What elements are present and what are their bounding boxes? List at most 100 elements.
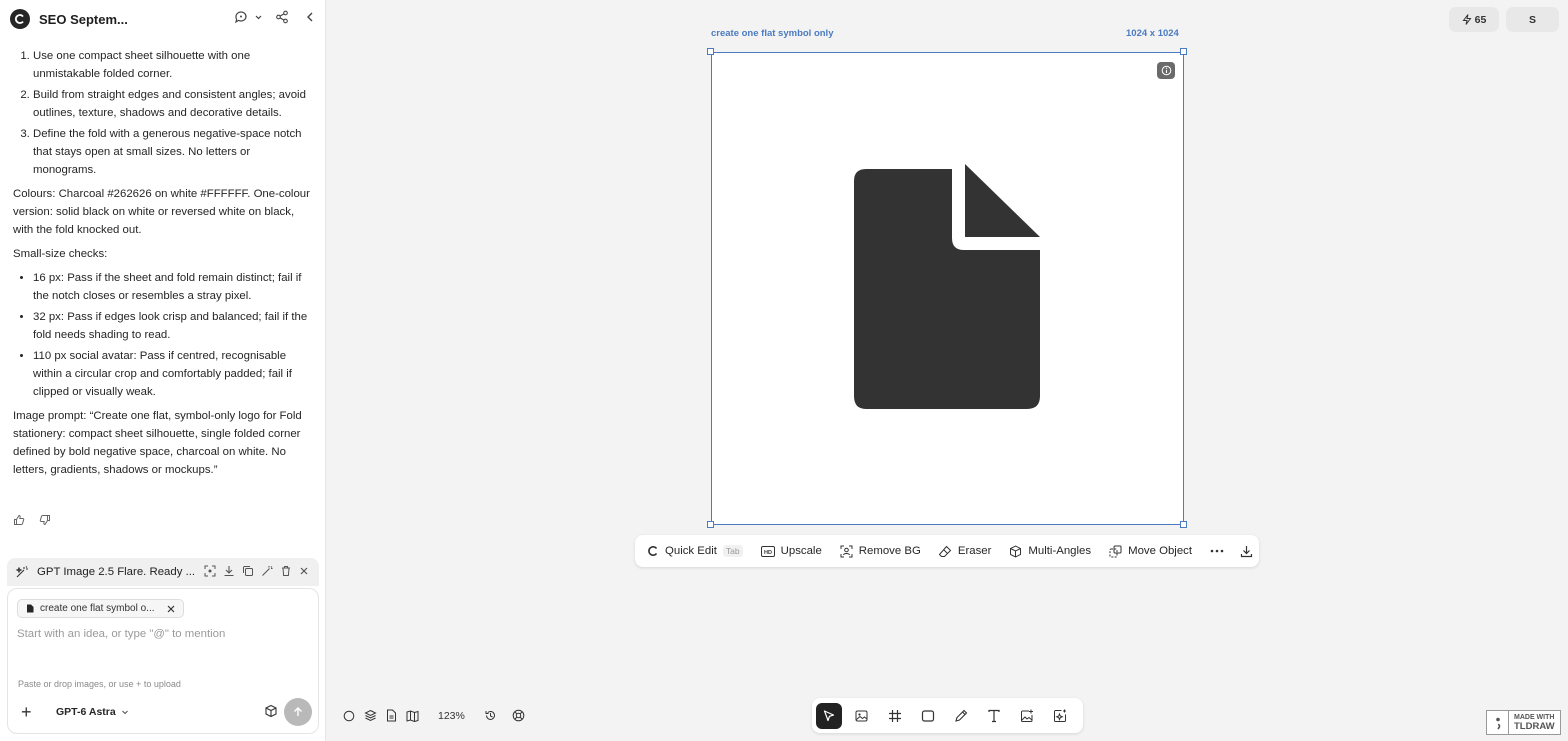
download-icon[interactable] [223,565,235,577]
document-symbol-image [854,164,1040,409]
more-icon [1210,549,1224,553]
add-attachment-button[interactable]: + [21,703,32,721]
collapse-panel-icon[interactable] [305,11,315,23]
arrow-up-icon [294,707,302,716]
info-icon[interactable] [1157,62,1175,79]
rectangle-tool[interactable] [915,703,941,729]
image-upload-tool[interactable] [1014,703,1040,729]
c-logo-icon [648,546,658,556]
focus-icon[interactable] [204,565,216,577]
hash-frame-icon [889,709,901,722]
multi-angles-button[interactable]: Multi-Angles [1009,544,1092,558]
chevron-down-icon [121,710,128,715]
generation-status-text: GPT Image 2.5 Flare. Ready ... [37,566,196,578]
checks-list: 16 px: Pass if the sheet and fold remain… [13,269,315,401]
send-button[interactable] [284,698,312,726]
upscale-label: Upscale [780,545,822,557]
list-item: Use one compact sheet silhouette with on… [33,47,315,83]
copy-icon[interactable] [242,565,254,577]
resize-handle-tl[interactable] [707,48,714,55]
move-object-label: Move Object [1128,545,1193,557]
cube-icon[interactable] [264,704,278,718]
text-icon [988,709,1000,722]
image-action-toolbar: Quick Edit Tab HD Upscale Remove BG Eras… [635,535,1259,567]
zoom-level[interactable]: 123% [438,710,465,722]
guidelines-list: Use one compact sheet silhouette with on… [13,47,315,179]
frame-size: 1024 x 1024 [1126,28,1179,39]
chevron-down-icon[interactable] [254,13,263,22]
model-selector[interactable]: GPT-6 Astra [56,706,129,718]
upscale-button[interactable]: HD Upscale [760,545,822,557]
resize-handle-br[interactable] [1180,521,1187,528]
close-icon[interactable] [299,565,309,577]
rectangle-icon [921,709,935,722]
frame-label[interactable]: create one flat symbol only [711,28,833,39]
page-icon[interactable] [386,709,397,722]
move-object-icon [1109,545,1122,557]
made-with-tldraw-badge[interactable]: MADE WITH TLDRAW [1486,710,1561,735]
text-tool[interactable] [981,703,1007,729]
download-icon [1240,545,1253,557]
eraser-button[interactable]: Eraser [938,545,992,558]
image-sparkle-icon [855,710,868,721]
more-options-button[interactable] [1210,549,1224,553]
avatar[interactable]: S [1506,7,1559,32]
sparkle-wand-icon [15,565,29,579]
layers-icon[interactable] [364,709,377,722]
tldraw-badge-text: MADE WITH TLDRAW [1509,714,1555,732]
image-prompt-paragraph: Image prompt: “Create one flat, symbol-o… [13,410,302,476]
history-icon[interactable] [484,709,497,722]
quick-edit-button[interactable]: Quick Edit Tab [647,545,743,557]
tldraw-logo-icon [1487,711,1509,734]
generation-status-bar: GPT Image 2.5 Flare. Ready ... [7,558,319,586]
share-icon[interactable] [275,10,289,24]
multi-angles-label: Multi-Angles [1028,545,1092,557]
remove-bg-button[interactable]: Remove BG [840,545,921,558]
app-logo[interactable] [10,9,30,29]
thumbs-up-icon[interactable] [13,514,25,526]
magic-wand-icon[interactable] [261,565,273,577]
chat-title[interactable]: SEO Septem... [39,12,128,27]
prompt-composer: create one flat symbol o... Paste or dro… [7,588,319,734]
prompt-input[interactable] [17,628,307,640]
eraser-icon [938,545,952,557]
credits-badge[interactable]: 65 [1449,7,1499,32]
upload-hint: Paste or drop images, or use + to upload [18,679,181,689]
attachment-chip-label: create one flat symbol o... [40,603,155,614]
chat-bubble-icon[interactable] [234,10,248,24]
tldraw-line2: TLDRAW [1514,720,1555,732]
resize-handle-bl[interactable] [707,521,714,528]
remove-attachment-icon[interactable] [167,605,175,613]
remove-bg-label: Remove BG [858,545,921,557]
tool-dock [812,698,1083,733]
resize-handle-tr[interactable] [1180,48,1187,55]
frame-tool[interactable] [882,703,908,729]
cube-icon [1010,544,1022,558]
hd-icon: HD [760,545,775,557]
eraser-label: Eraser [957,545,992,557]
circle-icon[interactable] [343,710,355,722]
attachment-chip[interactable]: create one flat symbol o... [17,599,184,618]
map-icon[interactable] [406,709,419,722]
quick-edit-label: Quick Edit [665,545,717,557]
feedback-buttons [13,514,51,526]
image-frame[interactable] [711,52,1184,525]
person-crop-icon [840,545,853,557]
list-item: 110 px social avatar: Pass if centred, r… [33,347,315,401]
thumbs-down-icon[interactable] [39,514,51,526]
trash-icon[interactable] [280,565,292,577]
image-plus-icon [1021,709,1033,722]
move-object-button[interactable]: Move Object [1109,545,1192,558]
help-lifebuoy-icon[interactable] [512,709,525,722]
tldraw-line1: MADE WITH [1514,713,1555,721]
select-tool[interactable] [816,702,842,729]
draw-tool[interactable] [948,703,974,729]
model-name: GPT-6 Astra [56,706,116,718]
list-item: Define the fold with a generous negative… [33,125,315,179]
image-gen-tool[interactable] [849,703,875,729]
ai-edit-tool[interactable] [1047,703,1073,729]
download-button[interactable] [1240,545,1253,558]
colours-paragraph: Colours: Charcoal #262626 on white #FFFF… [13,188,310,236]
list-item: Build from straight edges and consistent… [33,86,315,122]
chat-header: SEO Septem... [0,0,325,38]
